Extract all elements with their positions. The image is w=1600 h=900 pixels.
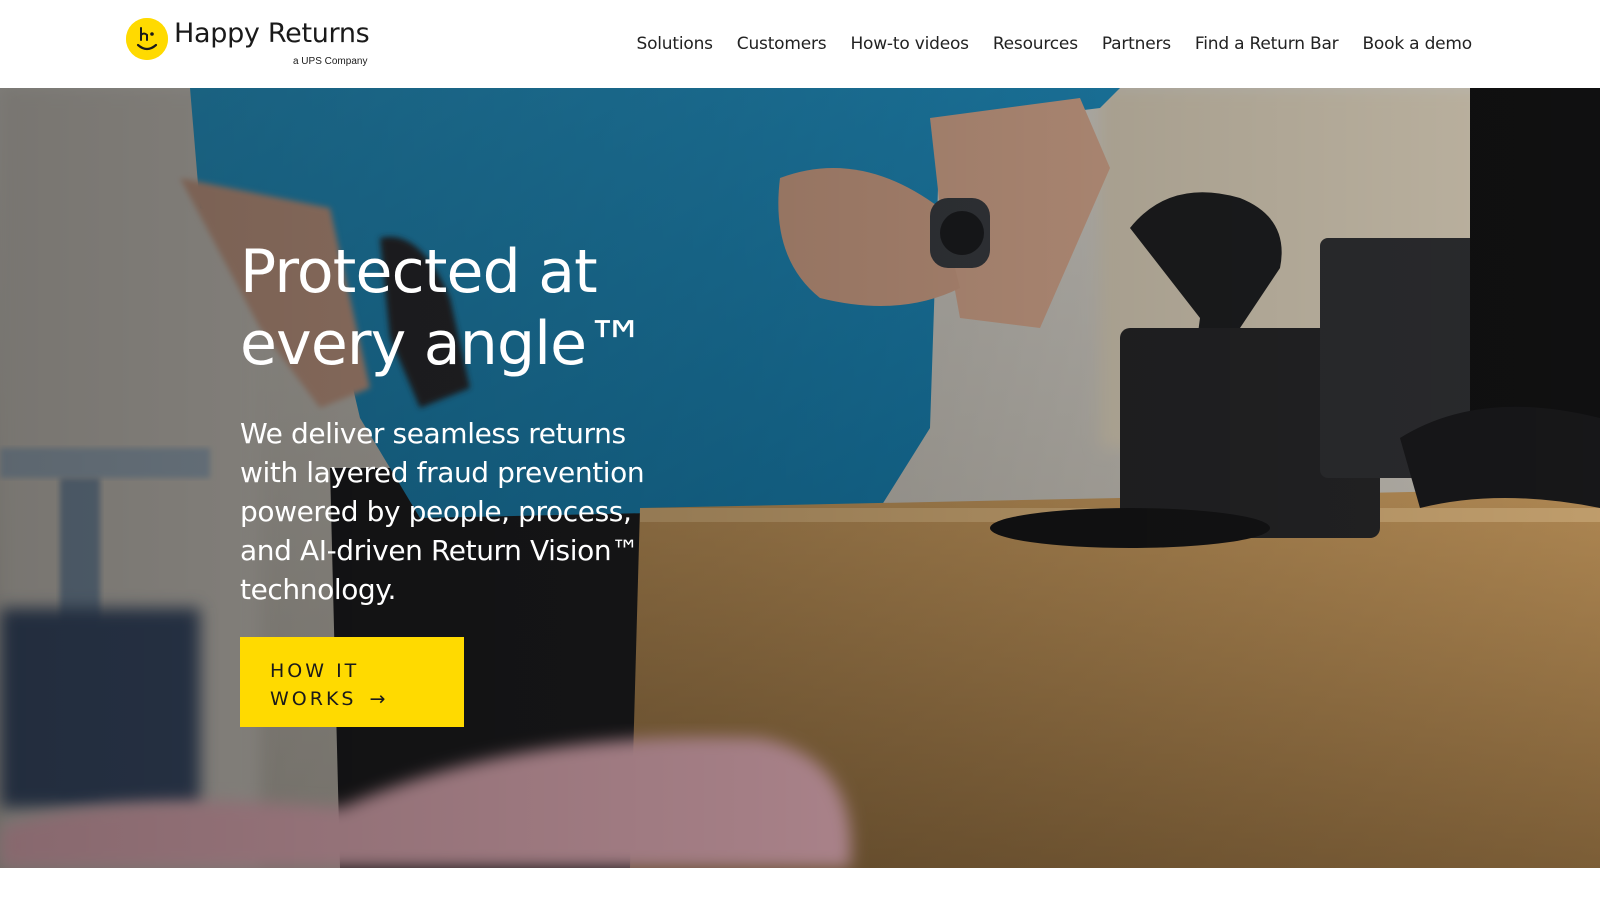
nav-item-find-return-bar[interactable]: Find a Return Bar: [1195, 34, 1339, 54]
main-nav: Solutions Customers How-to videos Resour…: [636, 0, 1472, 88]
hero-title-line2: every angle™: [240, 309, 646, 379]
nav-item-customers[interactable]: Customers: [737, 34, 827, 54]
cta-label-text: HOW IT WORKS: [270, 660, 360, 710]
brand-logo[interactable]: Happy Returns a UPS Company: [126, 18, 376, 72]
hero-title-line1: Protected at: [240, 237, 598, 307]
nav-item-book-demo[interactable]: Book a demo: [1362, 34, 1472, 54]
site-header: Happy Returns a UPS Company Solutions Cu…: [0, 0, 1600, 88]
hero-title: Protected at every angle™: [240, 236, 800, 380]
cta-label: HOW IT WORKS →: [270, 657, 420, 713]
arrow-right-icon: →: [369, 688, 389, 710]
logo-wordmark: Happy Returns a UPS Company: [174, 18, 370, 67]
hero-section: Protected at every angle™ We deliver sea…: [0, 88, 1600, 868]
page-below-hero: [0, 868, 1600, 900]
hero-subtitle: We deliver seamless returns with layered…: [240, 417, 645, 606]
nav-item-solutions[interactable]: Solutions: [636, 34, 713, 54]
how-it-works-button[interactable]: HOW IT WORKS →: [240, 637, 464, 727]
smiley-h-icon: [126, 18, 168, 60]
nav-item-resources[interactable]: Resources: [993, 34, 1078, 54]
brand-tagline: a UPS Company: [292, 56, 368, 67]
nav-item-how-to-videos[interactable]: How-to videos: [850, 34, 969, 54]
brand-name: Happy Returns: [174, 18, 370, 49]
nav-item-partners[interactable]: Partners: [1102, 34, 1171, 54]
